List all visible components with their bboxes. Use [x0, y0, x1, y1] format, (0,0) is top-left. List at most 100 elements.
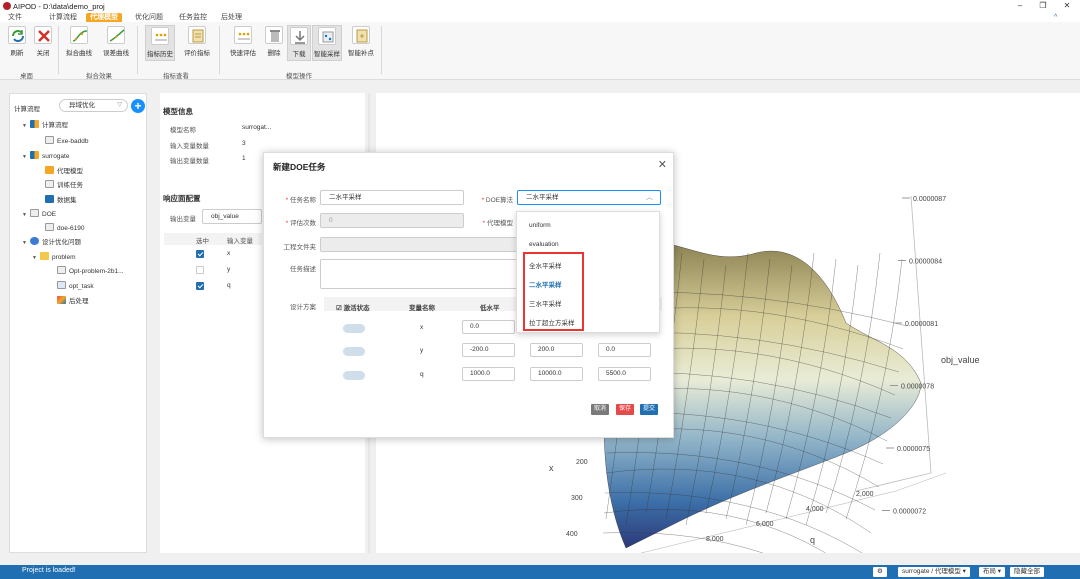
- tree-node-doe[interactable]: ▼ DOE: [22, 209, 56, 221]
- model-name-label: 模型名称: [170, 127, 196, 134]
- trash-icon: [265, 26, 283, 44]
- var-checkbox-y[interactable]: [196, 266, 204, 274]
- option-uniform[interactable]: uniform: [529, 222, 551, 229]
- expand-arrow-icon[interactable]: ▼: [22, 209, 30, 221]
- expand-arrow-icon[interactable]: ▼: [22, 120, 30, 132]
- low-input-q[interactable]: 1000.0: [462, 367, 515, 381]
- layout-button[interactable]: 布局 ▾: [979, 567, 1006, 577]
- tab-compute-flow[interactable]: 计算流程: [45, 13, 81, 22]
- mid-input-q[interactable]: 5500.0: [598, 367, 651, 381]
- cancel-button[interactable]: 取消: [591, 404, 610, 415]
- close-window-button[interactable]: ✕: [1056, 0, 1078, 12]
- tree-node-surrogate[interactable]: ▼ surrogate: [22, 151, 69, 163]
- error-curve-button[interactable]: 误差曲线: [103, 25, 129, 61]
- tree-node-exe[interactable]: Exe-baddb: [45, 136, 88, 148]
- x-axis-ticks: 200 300 400: [566, 459, 588, 538]
- tree-node-doe-6190[interactable]: doe-6190: [45, 223, 84, 235]
- smart-infill-label: 智能补点: [348, 50, 374, 57]
- z-axis-label: obj_value: [941, 355, 980, 365]
- add-flow-button[interactable]: +: [131, 99, 145, 113]
- title-bar: AIPOD - D:\data\demo_proj – ❐ ✕: [0, 0, 1080, 12]
- tab-optimization[interactable]: 优化问题: [131, 13, 167, 22]
- mid-input-y[interactable]: 0.0: [598, 343, 651, 357]
- settings-gear-icon[interactable]: ⚙: [873, 567, 887, 577]
- tree-node-dataset[interactable]: 数据集: [45, 195, 77, 207]
- output-var-select[interactable]: obj_value: [202, 209, 262, 224]
- option-evaluation[interactable]: evaluation: [529, 241, 559, 248]
- project-folder-input[interactable]: [320, 237, 520, 252]
- surrogate-icon: [30, 151, 39, 159]
- doe-algo-select[interactable]: 二水平采样 ︿: [517, 190, 661, 205]
- smart-sampling-button[interactable]: 智能采样: [312, 25, 342, 61]
- tree-node-train-task[interactable]: 训练任务: [45, 180, 83, 192]
- group-label-fit: 拟合效果: [86, 73, 112, 80]
- ribbon-collapse-icon[interactable]: ^: [1050, 13, 1061, 22]
- doe-icon: [30, 209, 39, 217]
- ribbon-separator: [219, 26, 220, 74]
- tree-node-postprocess[interactable]: 后处理: [57, 296, 89, 308]
- tree-node-design-opt[interactable]: ▼ 设计优化问题: [22, 237, 81, 249]
- y-tick-label: 8,000: [706, 536, 724, 543]
- close-button[interactable]: 关闭: [31, 25, 55, 61]
- high-input-y[interactable]: 200.0: [530, 343, 583, 357]
- col-low-level: 低水平: [480, 305, 500, 312]
- submit-button[interactable]: 提交: [640, 404, 659, 415]
- smart-infill-button[interactable]: 智能补点: [346, 25, 376, 61]
- window-icon: [45, 223, 54, 231]
- close-icon: [34, 26, 52, 44]
- active-toggle-y[interactable]: [343, 347, 365, 356]
- tree-node-problem[interactable]: ▼ problem: [32, 252, 75, 264]
- tree-node-opt-task[interactable]: opt_task: [57, 281, 94, 293]
- flow-select[interactable]: 异域优化 ▽: [59, 99, 128, 112]
- quick-eval-icon: [234, 26, 252, 44]
- metric-history-button[interactable]: 指标历史: [145, 25, 175, 61]
- tree-node-compute-flow[interactable]: ▼ 计算流程: [22, 120, 68, 132]
- task-name-input[interactable]: 二水平采样: [320, 190, 464, 205]
- model-icon: [45, 166, 54, 174]
- task-desc-textarea[interactable]: [320, 259, 520, 289]
- quick-eval-button[interactable]: 快速评估: [228, 25, 258, 61]
- tree-label: 代理模型: [57, 168, 83, 175]
- hide-all-button[interactable]: 隐藏全部: [1010, 567, 1044, 577]
- output-var-label: 输出变量: [170, 216, 196, 223]
- tree-label: 计算流程: [42, 122, 68, 129]
- doe-algo-value: 二水平采样: [526, 194, 559, 201]
- expand-arrow-icon[interactable]: ▼: [32, 252, 40, 264]
- tab-surrogate-model[interactable]: 代理模型: [86, 13, 122, 22]
- model-selector-button[interactable]: surrogate / 代理模型 ▾: [898, 567, 970, 577]
- maximize-button[interactable]: ❐: [1032, 0, 1054, 12]
- minimize-button[interactable]: –: [1009, 0, 1031, 12]
- var-name-q: q: [227, 282, 231, 289]
- active-toggle-x[interactable]: [343, 324, 365, 333]
- tree-label: doe-6190: [57, 225, 85, 232]
- task-desc-label: 任务描述: [290, 266, 316, 273]
- tree-label: opt_task: [69, 283, 94, 290]
- tab-file[interactable]: 文件: [4, 13, 26, 22]
- low-input-y[interactable]: -200.0: [462, 343, 515, 357]
- var-row-name-x: x: [420, 324, 424, 331]
- eval-count-input[interactable]: 0: [320, 213, 464, 228]
- tree-label: 训练任务: [57, 182, 83, 189]
- fit-curve-button[interactable]: 拟合曲线: [66, 25, 92, 61]
- var-name-y: y: [227, 266, 231, 273]
- fit-curve-label: 拟合曲线: [66, 50, 92, 57]
- var-checkbox-x[interactable]: [196, 250, 204, 258]
- expand-arrow-icon[interactable]: ▼: [22, 237, 30, 249]
- high-input-q[interactable]: 10000.0: [530, 367, 583, 381]
- folder-icon: [40, 252, 49, 260]
- tree-node-surrogate-model[interactable]: 代理模型: [45, 166, 83, 178]
- task-icon: [45, 180, 54, 188]
- tree-node-opt-problem[interactable]: Opt-problem-2b1...: [57, 266, 124, 278]
- tab-postprocess[interactable]: 后处理: [217, 13, 246, 22]
- flow-label: 计算流程: [14, 106, 40, 113]
- active-toggle-q[interactable]: [343, 371, 365, 380]
- eval-metric-button[interactable]: 评价指标: [182, 25, 212, 61]
- project-folder-label: 工程文件夹: [283, 244, 317, 251]
- low-input-x[interactable]: 0.0: [462, 320, 515, 334]
- save-button[interactable]: 保存: [616, 404, 635, 415]
- dialog-close-button[interactable]: ✕: [658, 158, 667, 171]
- tab-task-monitor[interactable]: 任务监控: [175, 13, 211, 22]
- expand-arrow-icon[interactable]: ▼: [22, 151, 30, 163]
- window-icon: [45, 136, 54, 144]
- var-checkbox-q[interactable]: [196, 282, 204, 290]
